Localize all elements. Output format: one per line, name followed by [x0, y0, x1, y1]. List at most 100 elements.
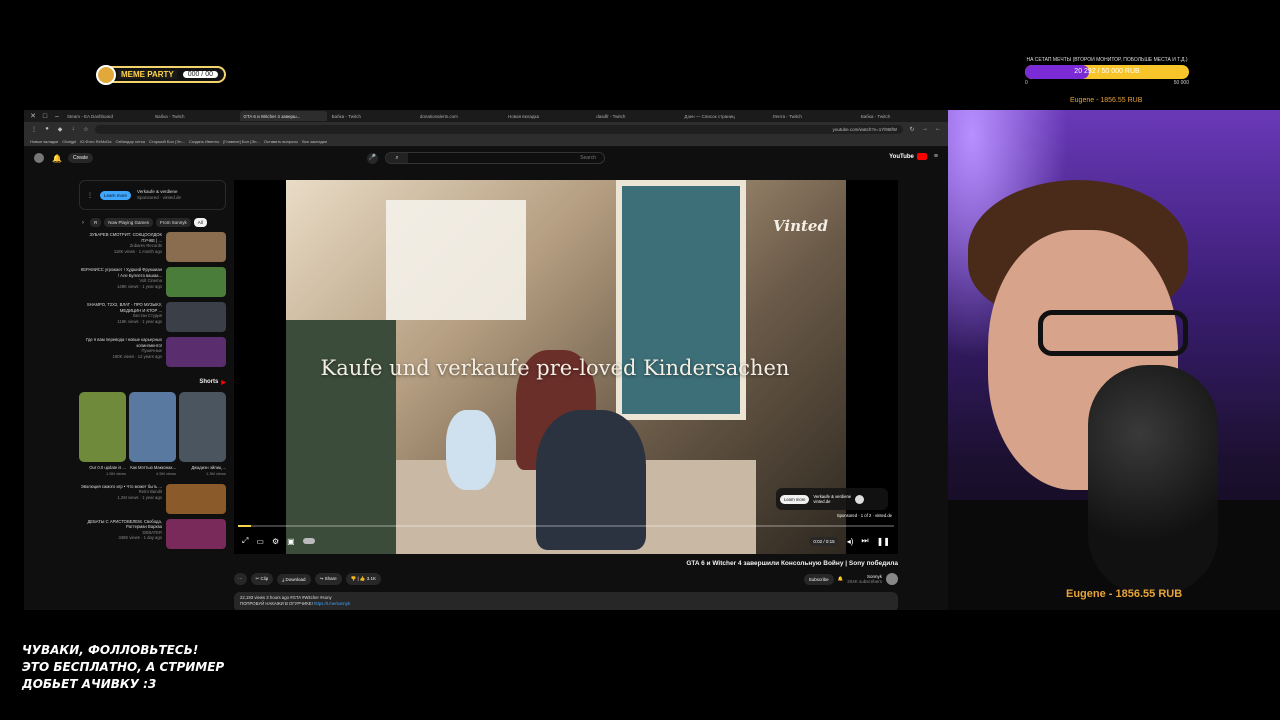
browser-tab[interactable]: Steam - EA Dashboard [64, 111, 150, 121]
download-button[interactable]: ⤓ Download [277, 573, 311, 585]
browser-tab[interactable]: Бабка - Twitch [858, 111, 944, 121]
search-icon[interactable]: ⌕ [386, 153, 408, 163]
youtube-logo[interactable]: YouTube ≡ [889, 153, 938, 160]
short-views: 1.5M views [105, 470, 126, 476]
description-link[interactable]: https://t.me/sonnyk [314, 601, 350, 606]
bookmark-item[interactable]: Ю.Фото ReMoDa [80, 139, 111, 144]
rec-thumbnail[interactable] [166, 337, 226, 367]
short-thumbnail[interactable] [129, 392, 176, 462]
bookmark-item[interactable]: Chatgpt [62, 139, 76, 144]
pause-icon[interactable]: ❚❚ [877, 537, 890, 546]
shorts-icon: ▶ [221, 380, 226, 386]
short-thumbnail[interactable] [179, 392, 226, 462]
clip-button[interactable]: ✂ Clip [250, 573, 274, 585]
sidebar-ad-card[interactable]: ⋮ Learn more Verkaufe & verdiene Sponsor… [79, 180, 226, 210]
more-actions-icon[interactable]: ⋯ [234, 573, 247, 585]
bookmark-item[interactable]: Новые вкладки [30, 139, 58, 144]
browser-tab[interactable]: Новая вкладка [505, 111, 591, 121]
create-button[interactable]: Create [67, 153, 93, 163]
refresh-icon[interactable]: ↻ [908, 126, 916, 133]
recommendation-item[interactable]: ДЕБАТЫ С АРИСТОВЕЛЕМ. Свобода, Раттерман… [79, 518, 226, 549]
rec-thumbnail[interactable] [166, 232, 226, 262]
voice-search-mic-icon[interactable]: 🎤 [367, 153, 378, 164]
chip[interactable]: R [90, 218, 102, 227]
browser-tab[interactable]: Лента - Twitch [770, 111, 856, 121]
bookmark-item[interactable]: Оставить вопросы [264, 139, 298, 144]
browser-tab[interactable]: donationalerts.com [417, 111, 503, 121]
rec-thumbnail[interactable] [166, 267, 226, 297]
video-player[interactable]: Vinted Kaufe und verkaufe pre-loved Kind… [234, 180, 898, 554]
recommendation-item[interactable]: Эволюция самого игр • Что может быть ...… [79, 483, 226, 514]
browser-tab[interactable]: Бабка - Twitch [329, 111, 415, 121]
recommendation-item[interactable]: ЗУБАРЕВ СМОТРИТ: СОКЦООЛДОК ПУЧКЕ | ... Z… [79, 232, 226, 262]
more-options-icon[interactable]: ⋮ [86, 192, 94, 199]
short-thumbnail[interactable] [79, 392, 126, 462]
fullscreen-icon[interactable]: ⤢ [242, 536, 248, 546]
like-dislike-button[interactable]: 👎 | 👍 3.1K [345, 573, 382, 585]
bell-icon[interactable]: 🔔 [838, 576, 844, 582]
maximize-icon[interactable]: □ [40, 113, 50, 120]
short-item[interactable]: Как Мэттью Макконах... 4.5M views [129, 392, 176, 476]
next-icon[interactable]: ⏭ [861, 536, 868, 546]
close-window-icon[interactable]: ✕ [28, 112, 38, 120]
video-description[interactable]: 22,193 views 3 hours ago #GTA #Witcher #… [234, 592, 898, 610]
goal-top-donor: Eugene - 1856.55 RUB [1070, 97, 1143, 104]
back-icon[interactable]: ← [934, 126, 942, 132]
follow-reminder: ЧУВАКИ, ФОЛЛОВЬТЕСЬ! ЭТО БЕСПЛАТНО, А СТ… [22, 643, 225, 691]
bookmark-item[interactable]: Создать Ивенты [189, 139, 219, 144]
profile-icon[interactable]: ● [43, 126, 51, 132]
ad-brand-logo: Vinted [773, 217, 828, 235]
short-item[interactable]: Джадиэн эйлиц ... 1.3M views [179, 392, 226, 476]
recommendation-item[interactable]: КЕРАМИСС угрожает ! Худший Фрукшиан / Ал… [79, 267, 226, 297]
channel-avatar[interactable] [886, 573, 898, 585]
ad-info-card[interactable]: Learn more Verkaufe & verdiene vinted.de [776, 488, 888, 510]
search-input[interactable]: ⌕ Search [385, 152, 605, 164]
share-button[interactable]: ↪ Share [314, 573, 342, 585]
avatar[interactable] [34, 153, 44, 163]
recommendations-sidebar: ⋮ Learn more Verkaufe & verdiene Sponsor… [79, 180, 226, 610]
extensions-icon[interactable]: ◆ [56, 126, 64, 133]
download-icon[interactable]: ↓ [69, 126, 77, 132]
short-item[interactable]: Our 0.0 update is ... 1.5M views [79, 392, 126, 476]
menu-icon[interactable]: ⋮ [30, 126, 38, 133]
subscribe-button[interactable]: Subscribe [803, 573, 834, 585]
address-bar[interactable]: youtube.com/watch?v=1Yl9t6fW [95, 124, 903, 134]
notifications-bell-icon[interactable]: 🔔 [52, 154, 62, 163]
browser-tab[interactable]: Бабка - Twitch [152, 111, 238, 121]
recommendation-item[interactable]: SHAMPO, T2X2, ВЛАТ - ПРО МУЗЫКУ, МЕДИЦИН… [79, 302, 226, 332]
bookmark-item[interactable]: Старший Бол (Эн... [149, 139, 185, 144]
browser-tab-active[interactable]: GTA 6 и Witcher 4 заверш... [240, 111, 327, 121]
miniplayer-icon[interactable]: ▭ [256, 537, 264, 546]
hamburger-menu-icon[interactable]: ≡ [934, 153, 938, 160]
meme-badge-value: 000 / 00 [182, 71, 218, 78]
subtitles-icon[interactable]: ▣ [287, 537, 295, 546]
volume-icon[interactable]: ◂) [847, 537, 854, 546]
rec-title: ДЕБАТЫ С АРИСТОВЕЛЕМ. Свобода, Раттерман… [87, 518, 162, 530]
ad-overlay-text: Kaufe und verkaufe pre-loved Kindersache… [320, 356, 790, 380]
bookmark-item[interactable]: Озбандар сетка [116, 139, 145, 144]
minimize-icon[interactable]: – [52, 113, 62, 120]
settings-gear-icon[interactable]: ⚙ [272, 537, 279, 546]
short-title: Как Мэттью Макконах... [130, 465, 176, 470]
autoplay-toggle[interactable] [302, 538, 315, 544]
goal-max: 50 000 [1173, 80, 1189, 86]
star-icon[interactable]: ☆ [82, 126, 90, 133]
learn-more-button[interactable]: Learn more [780, 494, 810, 504]
chip[interactable]: Now Playing Games [104, 218, 154, 227]
chevron-right-icon[interactable]: › [79, 220, 87, 226]
browser-tab[interactable]: dasdfr - Twitch [593, 111, 679, 121]
learn-more-button[interactable]: Learn more [100, 190, 132, 200]
bookmark-item[interactable]: Все закладки [302, 139, 327, 144]
rec-thumbnail[interactable] [166, 302, 226, 332]
recommendation-item[interactable]: Где я вам перевода ! новые карьерных коп… [79, 337, 226, 367]
chip-selected[interactable]: All [193, 218, 207, 227]
bookmark-item[interactable]: [Главное] Бол (Эн... [223, 139, 260, 144]
browser-tab[interactable]: Дзен — Список страниц [681, 111, 767, 121]
rec-thumbnail[interactable] [166, 518, 226, 549]
chip[interactable]: From Sonnyk [156, 218, 191, 227]
rec-stats: 348K views · 1 day ago [118, 535, 162, 540]
progress-bar[interactable] [238, 525, 894, 527]
rec-thumbnail[interactable] [166, 483, 226, 514]
forward-icon[interactable]: → [921, 126, 929, 132]
rec-stats: 1.2M views · 1 year ago [117, 494, 162, 500]
